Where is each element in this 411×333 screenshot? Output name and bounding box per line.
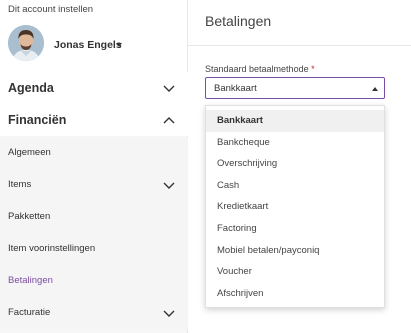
section-agenda[interactable]: Agenda xyxy=(0,72,188,104)
dropdown-option[interactable]: Voucher xyxy=(206,261,384,283)
sidebar-item-label: Items xyxy=(8,179,32,190)
sidebar-item-betalingen[interactable]: Betalingen xyxy=(0,265,188,297)
account-settings-link[interactable]: Dit account instellen xyxy=(8,4,93,15)
sidebar-item-label: Betalingen xyxy=(8,275,53,286)
payment-method-label-text: Standaard betaalmethode xyxy=(205,64,309,74)
payment-method-label: Standaard betaalmethode * xyxy=(205,64,315,74)
sidebar-item-label: Pakketten xyxy=(8,211,51,222)
sidebar-item-algemeen[interactable]: Algemeen xyxy=(0,137,188,169)
page-title: Betalingen xyxy=(205,13,272,29)
sidebar-item-item-voorinstellingen[interactable]: Item voorinstellingen xyxy=(0,233,188,265)
header-divider xyxy=(188,45,411,46)
section-financien[interactable]: Financiën xyxy=(0,104,188,136)
dropdown-option[interactable]: Kredietkaart xyxy=(206,196,384,218)
avatar[interactable] xyxy=(8,25,44,61)
dropdown-option[interactable]: Mobiel betalen/payconiq xyxy=(206,240,384,262)
payment-method-dropdown: Bankkaart Bankcheque Overschrijving Cash… xyxy=(205,105,385,308)
user-menu-caret-icon[interactable] xyxy=(116,43,122,47)
section-agenda-label: Agenda xyxy=(8,81,54,95)
chevron-down-icon xyxy=(163,182,175,189)
account-header: Dit account instellen Jonas Engels xyxy=(0,0,187,72)
sidebar-item-facturatie[interactable]: Facturatie xyxy=(0,297,188,329)
required-mark: * xyxy=(311,64,315,74)
user-name[interactable]: Jonas Engels xyxy=(54,39,122,51)
dropdown-option[interactable]: Bankkaart xyxy=(206,110,384,132)
dropdown-option[interactable]: Bankcheque xyxy=(206,132,384,154)
chevron-down-icon xyxy=(163,310,175,317)
chevron-down-icon xyxy=(163,85,175,92)
dropdown-option[interactable]: Overschrijving xyxy=(206,153,384,175)
chevron-up-icon xyxy=(163,117,175,124)
sidebar-item-label: Item voorinstellingen xyxy=(8,243,96,254)
dropdown-option[interactable]: Factoring xyxy=(206,218,384,240)
sidebar-item-label: Facturatie xyxy=(8,307,51,318)
sidebar: Dit account instellen Jonas Engels Agend… xyxy=(0,0,188,333)
select-value: Bankkaart xyxy=(214,83,257,94)
caret-up-icon xyxy=(372,87,378,91)
section-financien-label: Financiën xyxy=(8,113,67,127)
sidebar-item-items[interactable]: Items xyxy=(0,169,188,201)
sidebar-item-pakketten[interactable]: Pakketten xyxy=(0,201,188,233)
dropdown-option[interactable]: Afschrijven xyxy=(206,283,384,305)
payment-method-select[interactable]: Bankkaart xyxy=(205,77,385,99)
dropdown-option[interactable]: Cash xyxy=(206,175,384,197)
sidebar-item-label: Algemeen xyxy=(8,147,51,158)
